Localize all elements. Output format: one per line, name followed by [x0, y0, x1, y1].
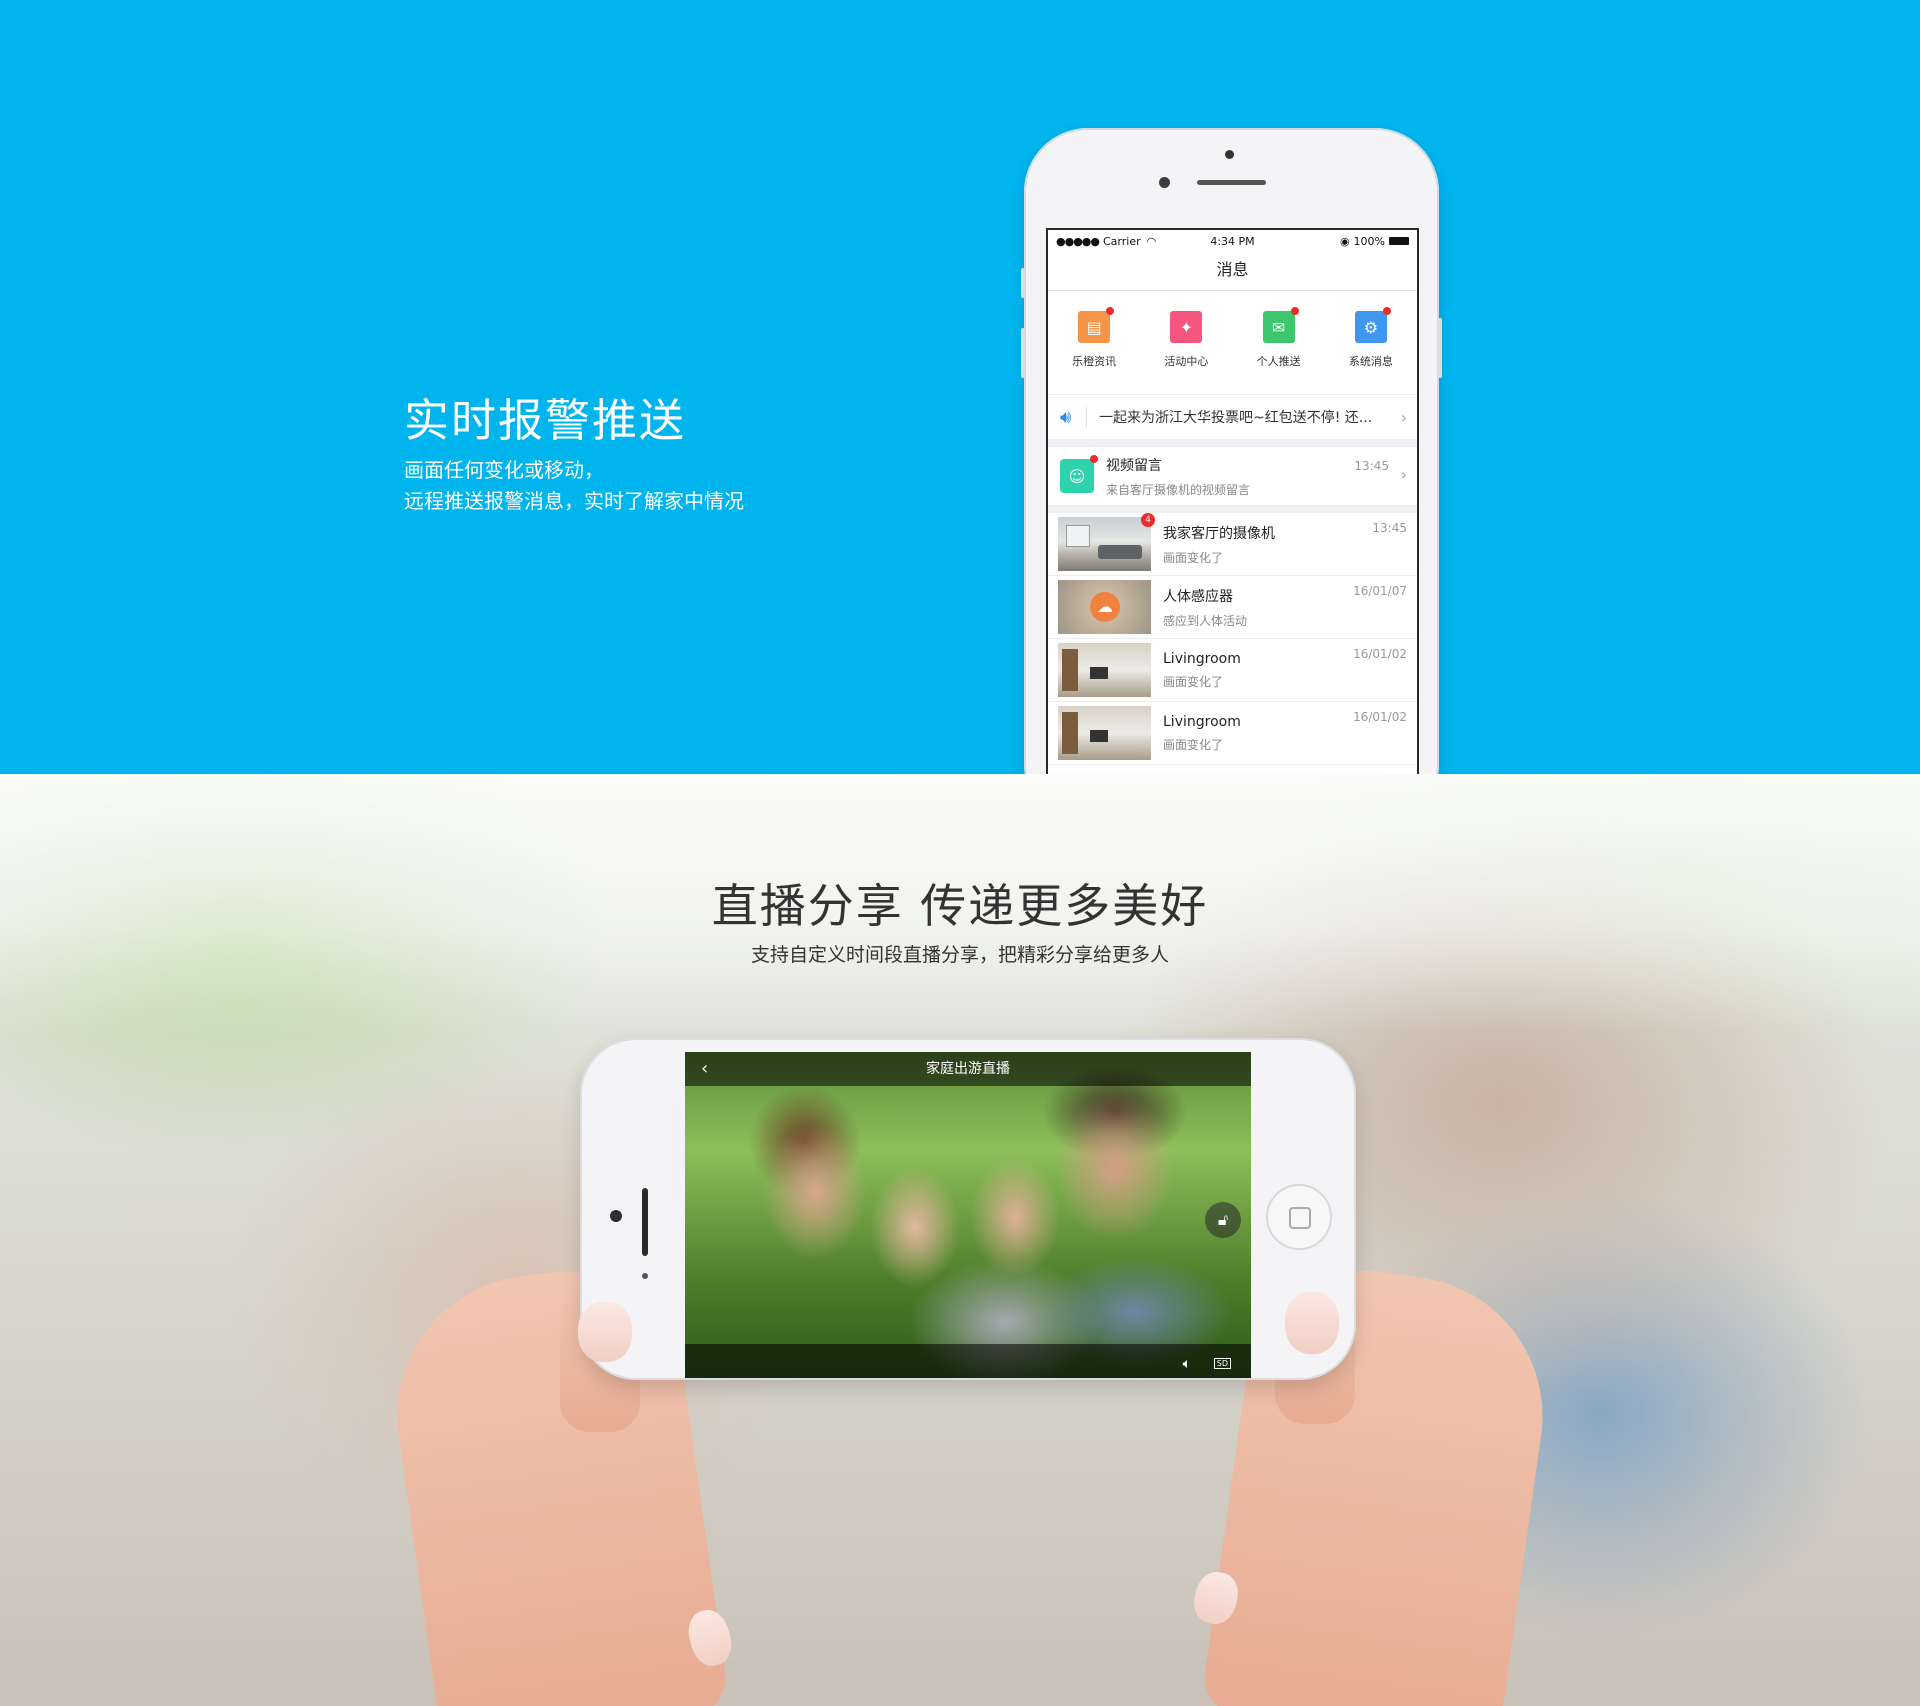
camera-dot	[1225, 150, 1234, 159]
camera-thumbnail: 4	[1058, 513, 1155, 571]
player-title: 家庭出游直播	[926, 1061, 1010, 1077]
camera-thumbnail	[1058, 643, 1151, 697]
list-item[interactable]: Livingroom 画面变化了 16/01/02	[1048, 639, 1417, 702]
alert-push-title: 实时报警推送	[404, 394, 687, 447]
unread-dot	[1290, 307, 1299, 315]
list-item-sub: 画面变化了	[1163, 737, 1224, 752]
volume-up-button	[1021, 328, 1025, 378]
alert-push-description: 画面任何变化或移动， 远程推送报警消息，实时了解家中情况	[404, 455, 744, 517]
list-item-sub: 感应到人体活动	[1163, 613, 1248, 628]
news-icon: ▤	[1078, 307, 1115, 343]
unread-dot	[1382, 307, 1391, 315]
earpiece-speaker	[642, 1188, 648, 1256]
video-message-sub: 来自客厅摄像机的视频留言	[1106, 482, 1251, 497]
video-message-row[interactable]: ☺ 视频留言 来自客厅摄像机的视频留言 13:45 ›	[1048, 447, 1417, 513]
list-item-time: 16/01/02	[1353, 647, 1407, 661]
unlock-icon[interactable]: 🔓︎	[1205, 1202, 1241, 1238]
player-bottom-bar: 🔈︎ SD	[685, 1344, 1251, 1378]
list-item-sub: 画面变化了	[1163, 674, 1224, 689]
chevron-right-icon: ›	[1400, 465, 1407, 484]
list-item-time: 16/01/02	[1353, 710, 1407, 724]
sensor-dot	[642, 1273, 648, 1279]
list-item[interactable]: 4 我家客厅的摄像机 画面变化了 13:45	[1048, 513, 1417, 576]
unread-dot	[1106, 307, 1115, 315]
status-time: 4:34 PM	[1210, 234, 1255, 248]
list-item-text: 我家客厅的摄像机 画面变化了	[1163, 523, 1407, 566]
front-camera	[1159, 177, 1170, 188]
live-share-section: 直播分享 传递更多美好 支持自定义时间段直播分享，把精彩分享给更多人 ‹ 家庭出…	[0, 774, 1920, 1706]
category-system[interactable]: ⚙ 系统消息	[1336, 307, 1406, 369]
category-personal[interactable]: ✉ 个人推送	[1244, 307, 1314, 369]
video-message-icon: ☺	[1060, 455, 1098, 493]
mute-switch	[1021, 268, 1025, 298]
sensor-thumbnail: ☁	[1058, 580, 1151, 634]
family-photo	[685, 1052, 1251, 1378]
category-label: 系统消息	[1348, 355, 1393, 368]
mail-icon: ✉	[1262, 307, 1299, 343]
announcement-bar[interactable]: 🔊︎ 一起来为浙江大华投票吧~红包送不停! 还... ›	[1048, 395, 1417, 447]
camera-thumbnail	[1058, 706, 1151, 760]
status-bar: ●●●●● Carrier ◠ 4:34 PM ◉ 100%	[1048, 230, 1417, 252]
back-arrow-icon[interactable]: ‹	[701, 1052, 708, 1086]
list-item-time: 13:45	[1372, 521, 1407, 535]
list-item[interactable]: Livingroom 画面变化了 16/01/02	[1048, 702, 1417, 765]
alert-desc-line-2: 远程推送报警消息，实时了解家中情况	[404, 489, 744, 513]
category-label: 个人推送	[1256, 355, 1301, 368]
alert-desc-line-1: 画面任何变化或移动，	[404, 458, 604, 482]
category-label: 活动中心	[1164, 355, 1209, 368]
category-label: 乐橙资讯	[1072, 355, 1117, 368]
category-news[interactable]: ▤ 乐橙资讯	[1059, 307, 1129, 369]
speaker-icon: 🔊︎	[1060, 406, 1087, 428]
alert-push-section: 实时报警推送 画面任何变化或移动， 远程推送报警消息，实时了解家中情况 ●●●●…	[0, 0, 1920, 774]
gear-icon: ⚙	[1354, 307, 1391, 343]
party-icon: ✦	[1170, 311, 1203, 343]
phone-mockup-portrait: ●●●●● Carrier ◠ 4:34 PM ◉ 100% 消息 ▤ 乐橙资讯…	[1021, 128, 1442, 774]
unread-dot	[1090, 455, 1098, 463]
sd-quality-button[interactable]: SD	[1213, 1358, 1231, 1369]
messages-screen: ●●●●● Carrier ◠ 4:34 PM ◉ 100% 消息 ▤ 乐橙资讯…	[1046, 228, 1419, 774]
earpiece-speaker	[1197, 180, 1266, 185]
category-icons: ▤ 乐橙资讯 ✦ 活动中心 ✉ 个人推送 ⚙ 系统消息	[1048, 291, 1417, 395]
list-item[interactable]: ☁ 人体感应器 感应到人体活动 16/01/07	[1048, 576, 1417, 639]
video-message-time: 13:45	[1354, 459, 1389, 473]
phone-mockup-landscape: ‹ 家庭出游直播 🔓︎ 🔈︎ SD	[580, 1038, 1356, 1380]
live-share-title: 直播分享 传递更多美好	[711, 879, 1209, 933]
live-share-description: 支持自定义时间段直播分享，把精彩分享给更多人	[750, 944, 1169, 966]
list-item-time: 16/01/07	[1353, 584, 1407, 598]
chevron-right-icon: ›	[1400, 407, 1407, 427]
home-button[interactable]	[1266, 1184, 1332, 1250]
cloud-icon: ☁	[1090, 592, 1120, 622]
left-thumb-nail	[578, 1302, 632, 1362]
unread-badge: 4	[1141, 513, 1155, 527]
announcement-text: 一起来为浙江大华投票吧~红包送不停! 还...	[1099, 410, 1373, 426]
list-item-sub: 画面变化了	[1163, 550, 1224, 565]
front-camera	[610, 1210, 622, 1222]
live-video-screen: ‹ 家庭出游直播 🔓︎ 🔈︎ SD	[685, 1052, 1251, 1378]
power-button	[1438, 318, 1442, 378]
right-thumb-nail	[1285, 1292, 1339, 1354]
list-item-title: 我家客厅的摄像机	[1163, 525, 1275, 542]
volume-icon[interactable]: 🔈︎	[1183, 1356, 1191, 1372]
nav-title: 消息	[1048, 252, 1417, 291]
category-events[interactable]: ✦ 活动中心	[1151, 311, 1221, 369]
player-top-bar: ‹ 家庭出游直播	[685, 1052, 1251, 1086]
